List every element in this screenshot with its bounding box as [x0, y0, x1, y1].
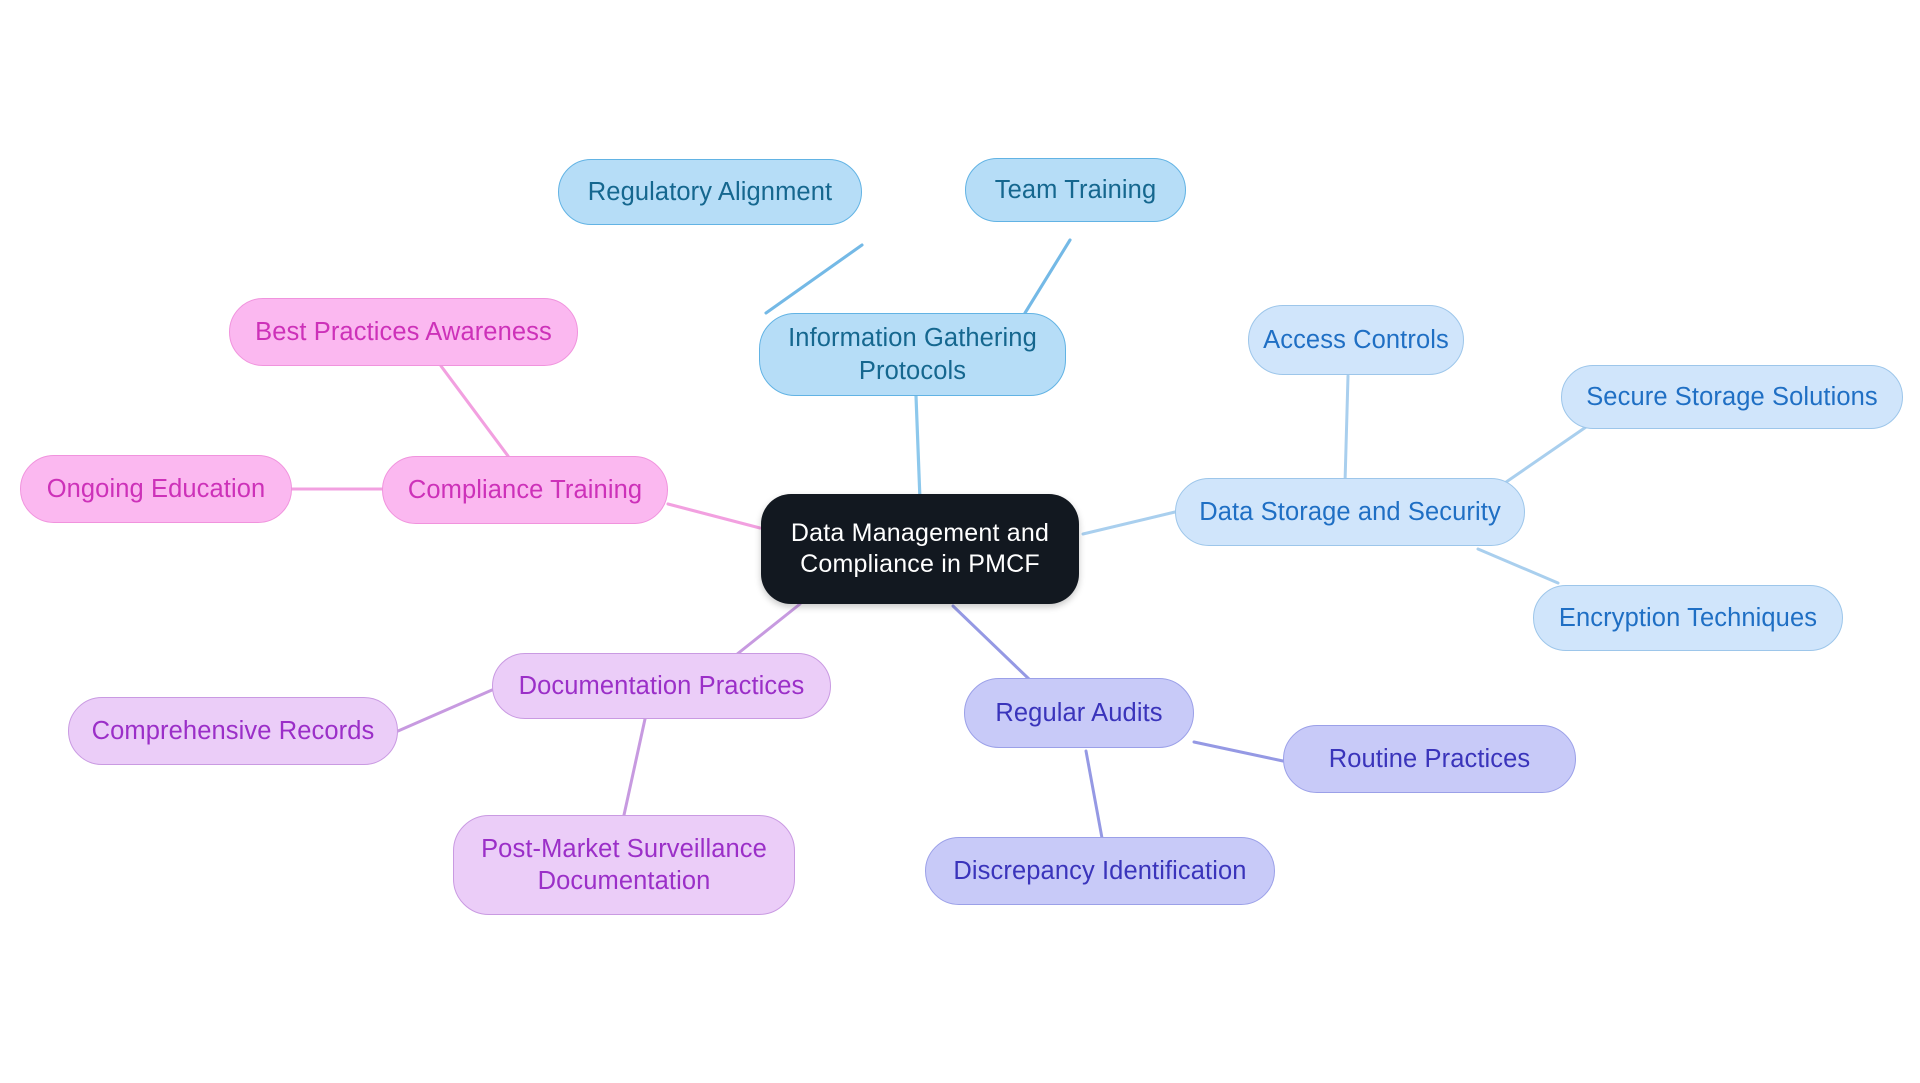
branch-node-label-regular-audits: Regular Audits [995, 698, 1163, 727]
leaf-node-comprehensive-records[interactable]: Comprehensive Records [68, 697, 398, 765]
branch-node-regular-audits[interactable]: Regular Audits [964, 678, 1194, 748]
edge-root-regular-audits [951, 604, 1032, 682]
edge-information-gathering-protocols-team-training [1023, 238, 1072, 315]
leaf-node-label-post-market-surveillance-documentation: Post-Market Surveillance Documentation [481, 834, 767, 895]
branch-node-data-storage-and-security[interactable]: Data Storage and Security [1175, 478, 1525, 546]
branch-node-compliance-training[interactable]: Compliance Training [382, 456, 668, 524]
edge-data-storage-and-security-access-controls [1343, 374, 1350, 485]
branch-node-label-compliance-training: Compliance Training [407, 475, 643, 504]
leaf-node-best-practices-awareness[interactable]: Best Practices Awareness [229, 298, 578, 366]
branch-node-label-documentation-practices: Documentation Practices [518, 671, 805, 700]
branch-node-documentation-practices[interactable]: Documentation Practices [492, 653, 831, 719]
leaf-node-label-secure-storage-solutions: Secure Storage Solutions [1586, 382, 1878, 411]
leaf-node-label-encryption-techniques: Encryption Techniques [1558, 603, 1818, 632]
leaf-node-label-ongoing-education: Ongoing Education [46, 474, 266, 503]
leaf-node-access-controls[interactable]: Access Controls [1248, 305, 1464, 375]
edge-regular-audits-discrepancy-identification [1084, 749, 1104, 840]
edge-root-compliance-training [666, 502, 762, 530]
leaf-node-regulatory-alignment[interactable]: Regulatory Alignment [558, 159, 862, 225]
edge-compliance-training-best-practices-awareness [439, 364, 510, 458]
root-node-label: Data Management and Compliance in PMCF [790, 518, 1050, 579]
leaf-node-team-training[interactable]: Team Training [965, 158, 1186, 222]
edge-root-information-gathering-protocols [914, 394, 922, 502]
mindmap-canvas: Data Management and Compliance in PMCF I… [0, 0, 1920, 1083]
leaf-node-label-routine-practices: Routine Practices [1328, 744, 1531, 773]
edge-data-storage-and-security-secure-storage-solutions [1494, 425, 1588, 491]
branch-node-label-data-storage-and-security: Data Storage and Security [1199, 497, 1501, 526]
edge-root-data-storage-and-security [1081, 510, 1177, 536]
branch-node-label-information-gathering-protocols: Information Gathering Protocols [788, 324, 1037, 385]
leaf-node-label-team-training: Team Training [994, 175, 1157, 204]
edge-information-gathering-protocols-regulatory-alignment [764, 243, 864, 315]
root-node-data-management-and-compliance-in-pmcf[interactable]: Data Management and Compliance in PMCF [761, 494, 1079, 604]
edge-data-storage-and-security-encryption-techniques [1476, 547, 1560, 585]
leaf-node-encryption-techniques[interactable]: Encryption Techniques [1533, 585, 1843, 651]
leaf-node-label-comprehensive-records: Comprehensive Records [91, 716, 375, 745]
leaf-node-secure-storage-solutions[interactable]: Secure Storage Solutions [1561, 365, 1903, 429]
edge-documentation-practices-comprehensive-records [396, 688, 494, 733]
edge-regular-audits-routine-practices [1192, 740, 1285, 763]
edge-documentation-practices-post-market-surveillance-documentation [622, 717, 647, 817]
edge-root-documentation-practices [734, 602, 802, 657]
leaf-node-label-access-controls: Access Controls [1263, 325, 1449, 354]
leaf-node-routine-practices[interactable]: Routine Practices [1283, 725, 1576, 793]
leaf-node-post-market-surveillance-documentation[interactable]: Post-Market Surveillance Documentation [453, 815, 795, 915]
leaf-node-label-regulatory-alignment: Regulatory Alignment [587, 177, 833, 206]
leaf-node-label-best-practices-awareness: Best Practices Awareness [255, 317, 552, 346]
leaf-node-ongoing-education[interactable]: Ongoing Education [20, 455, 292, 523]
leaf-node-label-discrepancy-identification: Discrepancy Identification [953, 856, 1247, 885]
leaf-node-discrepancy-identification[interactable]: Discrepancy Identification [925, 837, 1275, 905]
branch-node-information-gathering-protocols[interactable]: Information Gathering Protocols [759, 313, 1066, 396]
